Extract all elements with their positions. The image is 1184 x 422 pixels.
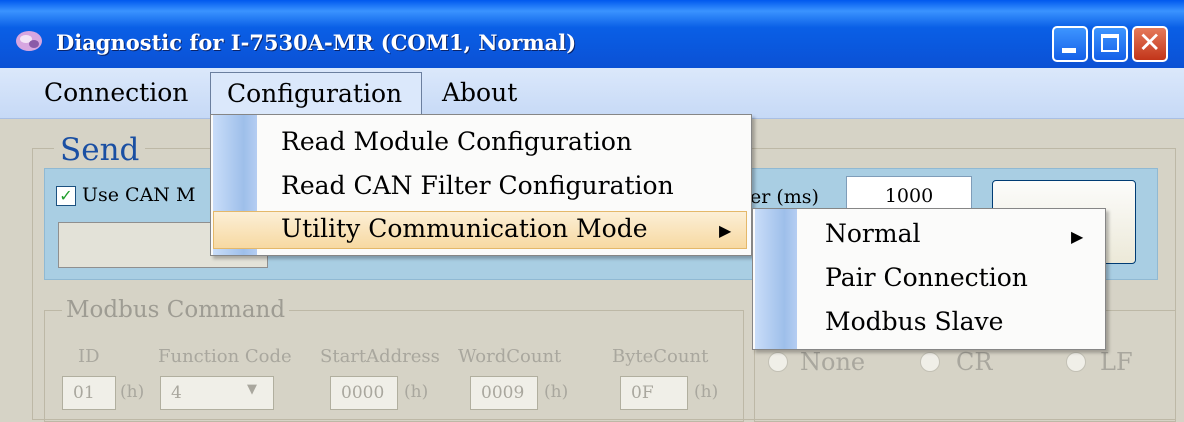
id-field[interactable]: 01	[62, 376, 116, 410]
byte-count-label: ByteCount	[612, 346, 709, 367]
use-can-label: Use CAN M	[82, 184, 196, 206]
menu-item-read-module-configuration[interactable]: Read Module Configuration	[281, 127, 632, 156]
menu-configuration-label: Configuration	[227, 79, 403, 108]
maximize-icon	[1101, 34, 1119, 52]
submenu-icon-strip	[755, 209, 797, 349]
timer-label: er (ms)	[750, 186, 819, 208]
word-count-field[interactable]: 0009	[470, 376, 538, 410]
lf-radio-label: LF	[1100, 348, 1133, 376]
cr-radio-label: CR	[956, 348, 993, 376]
function-code-value: 4	[171, 383, 182, 403]
word-count-label: WordCount	[458, 346, 562, 367]
none-radio[interactable]	[768, 352, 788, 372]
menu-item-modbus-slave[interactable]: Modbus Slave	[825, 307, 1003, 336]
menu-item-pair-connection[interactable]: Pair Connection	[825, 263, 1028, 292]
submenu-arrow-icon: ▶	[719, 221, 732, 240]
lf-radio[interactable]	[1066, 352, 1086, 372]
cr-radio[interactable]	[920, 352, 940, 372]
start-address-hex-suffix: (h)	[404, 382, 429, 402]
id-hex-suffix: (h)	[120, 382, 145, 402]
window-title: Diagnostic for I-7530A-MR (COM1, Normal)	[56, 30, 577, 55]
submenu-arrow-icon: ▶	[1071, 227, 1084, 246]
chevron-down-icon: ▼	[247, 382, 257, 397]
function-code-label: Function Code	[158, 346, 292, 367]
menu-item-utility-communication-mode[interactable]: Utility Communication Mode	[281, 214, 648, 243]
id-label: ID	[78, 346, 100, 367]
function-code-select[interactable]: 4 ▼	[160, 376, 274, 410]
communication-mode-submenu: Normal ▶ Pair Connection Modbus Slave	[752, 208, 1106, 350]
menu-about[interactable]: About	[442, 78, 517, 107]
menu-connection[interactable]: Connection	[44, 78, 188, 107]
word-count-hex-suffix: (h)	[544, 382, 569, 402]
none-radio-label: None	[800, 348, 866, 376]
close-button[interactable]: ✕	[1132, 26, 1168, 62]
menu-configuration[interactable]: Configuration	[210, 72, 422, 118]
start-address-field[interactable]: 0000	[330, 376, 398, 410]
check-icon: ✓	[59, 186, 73, 205]
start-address-label: StartAddress	[320, 346, 440, 367]
minimize-button[interactable]	[1052, 26, 1088, 62]
minimize-icon	[1062, 48, 1076, 53]
byte-count-hex-suffix: (h)	[694, 382, 719, 402]
menu-item-normal[interactable]: Normal	[825, 219, 920, 248]
maximize-button[interactable]	[1092, 26, 1128, 62]
send-title: Send	[54, 132, 146, 168]
app-icon	[16, 31, 42, 51]
menu-item-read-can-filter-configuration[interactable]: Read CAN Filter Configuration	[281, 171, 674, 200]
close-icon: ✕	[1138, 26, 1162, 59]
timer-input[interactable]: 1000	[846, 176, 972, 212]
configuration-menu: Read Module Configuration Read CAN Filte…	[210, 114, 752, 256]
use-can-checkbox[interactable]: ✓	[56, 186, 76, 206]
byte-count-field[interactable]: 0F	[620, 376, 688, 410]
modbus-command-title: Modbus Command	[62, 297, 290, 323]
